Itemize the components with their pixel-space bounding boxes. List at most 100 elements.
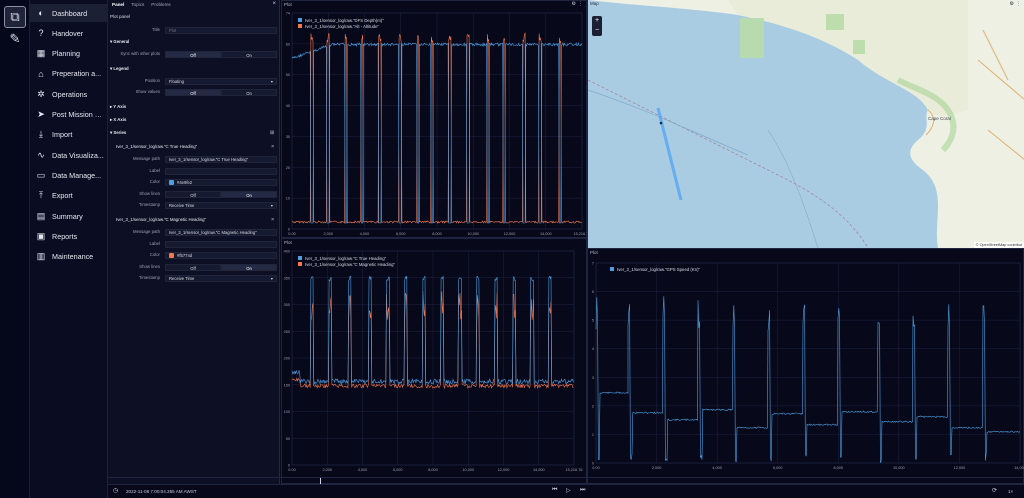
title-input[interactable]: Plot xyxy=(165,27,277,34)
y-tick-label: 0 xyxy=(592,462,594,466)
series1-ts-select[interactable]: Receive Time ▾ xyxy=(165,202,277,209)
series1-lines-toggle[interactable]: Off On xyxy=(165,191,277,198)
map-title: Map xyxy=(590,1,599,6)
data-management-icon: ▭ xyxy=(36,169,46,180)
more-icon[interactable]: ⋮ xyxy=(1016,1,1021,7)
speed-select[interactable]: 1× xyxy=(1008,489,1013,494)
tab-panel[interactable]: Panel xyxy=(112,0,124,10)
series1-color-label: Color xyxy=(149,179,160,184)
playhead[interactable] xyxy=(320,478,321,484)
nav-item-preparation[interactable]: ⌂ Preperation a... xyxy=(30,65,108,83)
nav-item-reports[interactable]: ▣ Reports xyxy=(30,227,108,245)
section-series[interactable]: ▾ Series xyxy=(110,130,126,136)
y-tick-label: 2 xyxy=(592,404,594,408)
series2-ts-label: Timestamp xyxy=(138,275,160,280)
series2-remove-icon[interactable]: × xyxy=(271,217,279,223)
import-icon: ⤓ xyxy=(39,129,43,140)
nav-item-operations[interactable]: ✲ Operations xyxy=(30,85,108,103)
step-back-button[interactable]: ⏮ xyxy=(552,487,557,494)
depth-altitude-plot[interactable]: Plot ⚙ ⋮ 74 60 50 40 30 20 10 0 0.00 2,000 4,000 6,… xyxy=(281,0,588,238)
zoom-out-button[interactable]: − xyxy=(592,26,602,36)
series1-header[interactable]: Iver_3_1/sensor_log/raw."C True Heading" xyxy=(116,144,288,149)
y-tick-label: 0 xyxy=(288,228,290,232)
gear-icon[interactable]: ⚙ xyxy=(1010,1,1014,7)
series-true-heading xyxy=(291,275,574,386)
x-tick-label: 8,000 xyxy=(428,468,438,472)
series1-label-label: Label xyxy=(149,168,160,173)
timeline-scrubber[interactable] xyxy=(108,477,1024,484)
section-general[interactable]: ▾ General xyxy=(110,39,129,45)
plot-settings-panel: Panel Topics Problems × Plot panel Title… xyxy=(108,0,280,484)
nav-item-handover[interactable]: ? Handover xyxy=(30,24,108,42)
y-tick-label: 4 xyxy=(592,347,594,351)
series2-lines-toggle[interactable]: Off On xyxy=(165,264,277,271)
preparation-icon: ⌂ xyxy=(38,68,44,79)
nav-item-import[interactable]: ⤓ Import xyxy=(30,126,108,144)
layers-icon[interactable]: ⧉ xyxy=(4,6,26,28)
series2-path-input[interactable]: Iver_3_1/sensor_log/raw."C Magnetic Head… xyxy=(165,229,277,236)
series1-remove-icon[interactable]: × xyxy=(271,144,279,150)
show-values-toggle[interactable]: Off On xyxy=(165,89,277,96)
series2-label-input[interactable] xyxy=(165,241,277,248)
sync-toggle[interactable]: Off On xyxy=(165,51,277,58)
y-tick-label: 1 xyxy=(592,433,594,437)
map-panel[interactable]: Cape Coral Map + − ⚙ ⋮ © OpenStreetMap c… xyxy=(587,0,1024,248)
series2-color-input[interactable]: #f5774d xyxy=(165,252,277,259)
series2-path-label: Message path xyxy=(133,229,160,234)
series1-label-input[interactable] xyxy=(165,168,277,175)
series2-ts-select[interactable]: Receive Time ▾ xyxy=(165,275,277,282)
x-tick-label: 14,000 xyxy=(533,468,545,472)
nav-item-dashboard[interactable]: ◐ Dashboard xyxy=(30,4,108,22)
x-tick-label: 15,216.76 xyxy=(574,232,588,236)
app-rail: ⧉ ✎ xyxy=(0,0,30,498)
heading-plot[interactable]: Plot 400 350 300 250 200 150 100 50 0 0.00 2,000 4,… xyxy=(281,238,587,484)
series1-path-input[interactable]: Iver_3_1/sensor_log/raw."C True Heading" xyxy=(165,156,277,163)
color-swatch xyxy=(169,253,174,258)
map-zoom-control: + − xyxy=(592,16,602,36)
y-tick-label: 7 xyxy=(592,262,594,266)
nav-label: Dashboard xyxy=(52,8,88,18)
add-series-icon[interactable]: ⊞ xyxy=(270,130,278,136)
playback-bar: ◷ 2022-11-08 7:00:04.355 AM AWST ⏮ ▷ ⏭ ⟳… xyxy=(108,477,1024,498)
dashboard-icon: ◐ xyxy=(38,8,44,18)
position-label: Position xyxy=(144,78,160,83)
map-canvas[interactable] xyxy=(588,0,1024,248)
panel-tabs: Panel Topics Problems xyxy=(108,0,280,10)
y-tick-label: 60 xyxy=(286,42,290,46)
nav-item-data-visualization[interactable]: ∿ Data Visualiza... xyxy=(30,146,108,164)
close-icon[interactable]: × xyxy=(272,1,276,7)
plot-legend: Iver_3_1/sensor_log/raw."DFS Depth(m)" I… xyxy=(298,17,384,29)
x-tick-label: 8,000 xyxy=(432,232,442,236)
plot-legend: Iver_3_1/sensor_log/raw."GPS Speed (Kn)" xyxy=(610,266,700,272)
legend-entry: Iver_3_1/sensor_log/raw."DFS Depth(m)" xyxy=(305,17,384,23)
tab-problems[interactable]: Problems xyxy=(151,0,170,10)
nav-label: Data Manage... xyxy=(52,170,102,180)
section-y-axis[interactable]: ▸ Y Axis xyxy=(110,104,126,110)
x-tick-label: 2,000 xyxy=(652,466,662,470)
legend-entry: Iver_3_1/sensor_log/raw."GPS Speed (Kn)" xyxy=(617,266,701,272)
nav-item-maintenance[interactable]: ▥ Maintenance xyxy=(30,248,108,266)
x-tick-label: 10,000 xyxy=(893,466,905,470)
position-select[interactable]: Floating ▾ xyxy=(165,78,277,85)
series-magnetic-heading xyxy=(291,291,574,390)
nav-item-planning[interactable]: ▦ Planning xyxy=(30,45,108,63)
nav-item-post-mission[interactable]: ➤ Post Mission a... xyxy=(30,106,108,124)
tab-topics[interactable]: Topics xyxy=(131,0,144,10)
play-button[interactable]: ▷ xyxy=(566,487,571,494)
section-legend[interactable]: ▾ Legend xyxy=(110,66,129,72)
nav-item-export[interactable]: ⤒ Export xyxy=(30,187,108,205)
maintenance-icon: ▥ xyxy=(36,251,46,262)
series1-color-input[interactable]: #4e9fe2 xyxy=(165,179,277,186)
step-forward-button[interactable]: ⏭ xyxy=(580,487,585,494)
nav-item-data-management[interactable]: ▭ Data Manage... xyxy=(30,166,108,184)
x-tick-label: 10,000 xyxy=(467,232,479,236)
nav-item-summary[interactable]: ▤ Summary xyxy=(30,207,108,225)
zoom-in-button[interactable]: + xyxy=(592,16,602,26)
wrench-icon[interactable]: ✎ xyxy=(4,28,26,50)
repeat-icon[interactable]: ⟳ xyxy=(992,487,997,494)
series2-header[interactable]: Iver_3_1/sensor_log/raw."C Magnetic Head… xyxy=(116,217,288,222)
main-nav: ◐ Dashboard ? Handover ▦ Planning ⌂ Preperation… xyxy=(30,0,108,498)
gps-speed-plot[interactable]: Plot 7 6 5 4 3 2 1 0 0.00 2,000 4,000 6,000 8,000 10,… xyxy=(587,248,1024,484)
x-tick-label: 2,000 xyxy=(322,468,332,472)
section-x-axis[interactable]: ▸ X Axis xyxy=(110,117,126,123)
